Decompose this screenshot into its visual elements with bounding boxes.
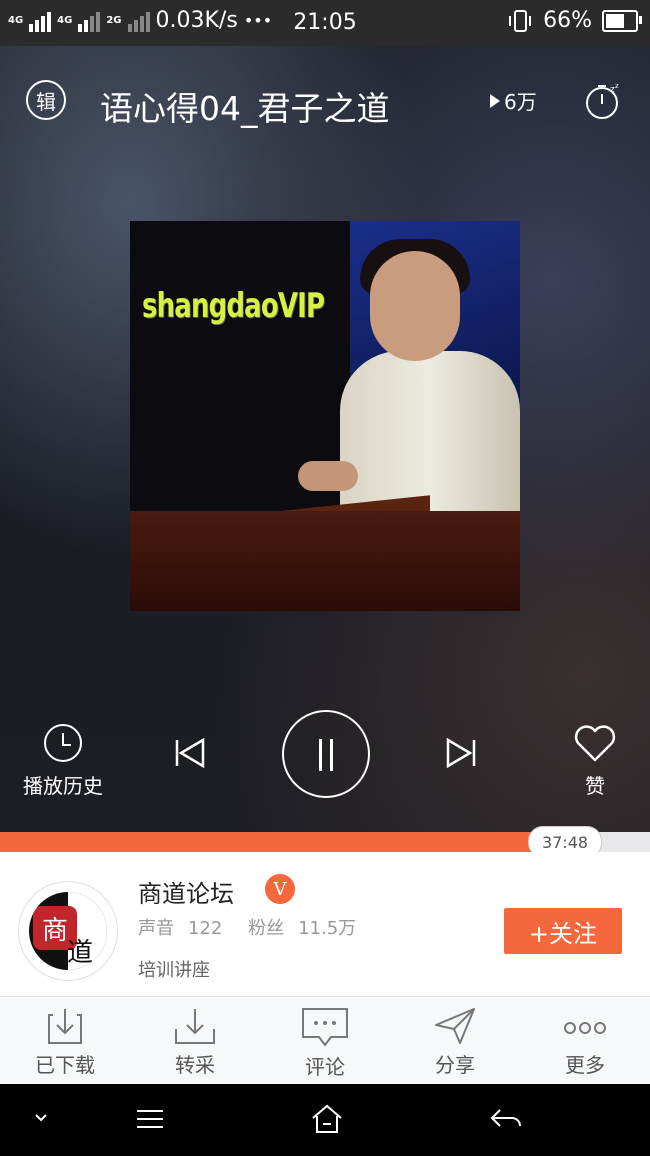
comment-button[interactable]: 评论: [260, 997, 390, 1085]
battery-percent: 66%: [543, 8, 592, 33]
author-name[interactable]: 商道论坛: [138, 874, 234, 909]
downloaded-label: 已下载: [35, 1053, 95, 1077]
downloaded-button[interactable]: 已下载: [0, 997, 130, 1085]
fans-count: 11.5万: [298, 918, 357, 939]
collect-button[interactable]: 转采: [130, 997, 260, 1085]
sleep-timer-icon[interactable]: z z: [584, 82, 622, 120]
menu-icon[interactable]: [135, 1108, 165, 1130]
verified-badge: V: [265, 874, 295, 904]
share-icon: [435, 1008, 475, 1044]
system-nav-bar: [0, 1084, 650, 1156]
follow-button[interactable]: +关注: [504, 908, 622, 954]
collect-label: 转采: [175, 1053, 215, 1077]
more-button[interactable]: 更多: [520, 997, 650, 1085]
author-avatar[interactable]: 商 道: [19, 882, 117, 980]
svg-text:z: z: [615, 82, 619, 90]
cover-podium: [130, 511, 520, 611]
like-label: 赞: [585, 774, 605, 798]
play-count: 6万: [490, 86, 537, 115]
status-bar: 4G 4G 2G 0.03K/s ••• 21:05 66%: [0, 0, 650, 46]
vibrate-icon: [509, 9, 532, 32]
sounds-count: 122: [188, 918, 223, 939]
cover-speaker-head: [370, 251, 460, 361]
status-right: 66%: [507, 8, 642, 33]
author-stats: 声音 122 粉丝 11.5万: [138, 914, 370, 940]
album-label: 辑: [36, 89, 56, 114]
pause-icon-bar-right: [330, 739, 333, 771]
album-button[interactable]: 辑: [26, 80, 66, 120]
downloaded-icon: [48, 1009, 82, 1044]
history-button[interactable]: 播放历史: [18, 724, 108, 799]
author-panel: 商 道 商道论坛 V 声音 122 粉丝 11.5万 培训讲座 +关注: [0, 852, 650, 996]
sounds-label: 声音: [138, 918, 174, 939]
back-icon[interactable]: [490, 1108, 522, 1130]
player-panel: 辑 语心得04_君子之道 6万 z z shangdaoVIP 播放历史 赞: [0, 46, 650, 832]
history-label: 播放历史: [23, 774, 103, 798]
author-category: 培训讲座: [138, 960, 210, 981]
avatar-char-2: 道: [67, 938, 94, 968]
collect-icon: [175, 1009, 215, 1044]
cover-speaker-hand: [298, 461, 358, 491]
chevron-down-icon[interactable]: [33, 1112, 49, 1124]
track-title-text: 语心得04_君子之道: [100, 89, 390, 128]
history-clock-icon: [44, 724, 82, 762]
action-bar: 已下载 转采 评论 分享 更多: [0, 996, 650, 1085]
home-icon[interactable]: [311, 1104, 343, 1134]
album-cover: shangdaoVIP: [130, 221, 520, 611]
track-title: 语心得04_君子之道: [100, 82, 405, 130]
next-track-icon[interactable]: [444, 736, 478, 770]
battery-icon: [602, 9, 642, 32]
fans-label: 粉丝: [248, 918, 285, 939]
share-button[interactable]: 分享: [390, 997, 520, 1085]
progress-fill: [0, 832, 537, 852]
more-icon: [564, 1022, 606, 1034]
pause-button[interactable]: [282, 710, 370, 798]
play-count-value: 6万: [504, 90, 537, 114]
pause-icon-bar-left: [319, 739, 322, 771]
avatar-logo: 商 道: [29, 892, 107, 970]
more-label: 更多: [565, 1053, 605, 1077]
play-count-icon: [490, 93, 500, 108]
comment-icon: [302, 1008, 348, 1047]
heart-icon: [574, 725, 616, 762]
share-label: 分享: [435, 1053, 475, 1077]
cover-watermark: shangdaoVIP: [142, 286, 325, 326]
like-button[interactable]: 赞: [570, 724, 620, 799]
comment-label: 评论: [305, 1055, 345, 1079]
previous-track-icon[interactable]: [173, 736, 207, 770]
